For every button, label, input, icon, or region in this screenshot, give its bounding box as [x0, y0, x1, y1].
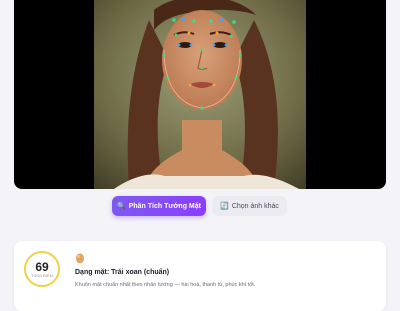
refresh-image-icon: 🔄: [220, 203, 229, 210]
analyze-face-button[interactable]: 🔍 Phân Tích Tướng Mặt: [112, 196, 206, 216]
total-score-badge: 69 TỔNG ĐIỂM: [24, 251, 60, 287]
total-score-label: TỔNG ĐIỂM: [31, 273, 53, 278]
choose-another-image-label: Chọn ảnh khác: [231, 202, 279, 210]
face-shape-description: Khuôn mặt chuẩn nhất theo nhân tướng — h…: [75, 282, 256, 288]
egg-icon: [76, 253, 84, 264]
face-shape-title: Dạng mặt: Trái xoan (chuẩn): [75, 269, 170, 276]
analyze-face-label: Phân Tích Tướng Mặt: [128, 202, 201, 210]
sparkle-search-icon: 🔍: [117, 203, 126, 210]
action-bar: 🔍 Phân Tích Tướng Mặt 🔄 Chọn ảnh khác: [0, 196, 400, 216]
photo-preview: [14, 0, 386, 189]
choose-another-image-button[interactable]: 🔄 Chọn ảnh khác: [212, 196, 287, 216]
total-score-value: 69: [35, 259, 49, 274]
face-photo-with-landmarks: [94, 0, 306, 189]
analysis-result-card: 69 TỔNG ĐIỂM Dạng mặt: Trái xoan (chuẩn)…: [14, 241, 386, 311]
